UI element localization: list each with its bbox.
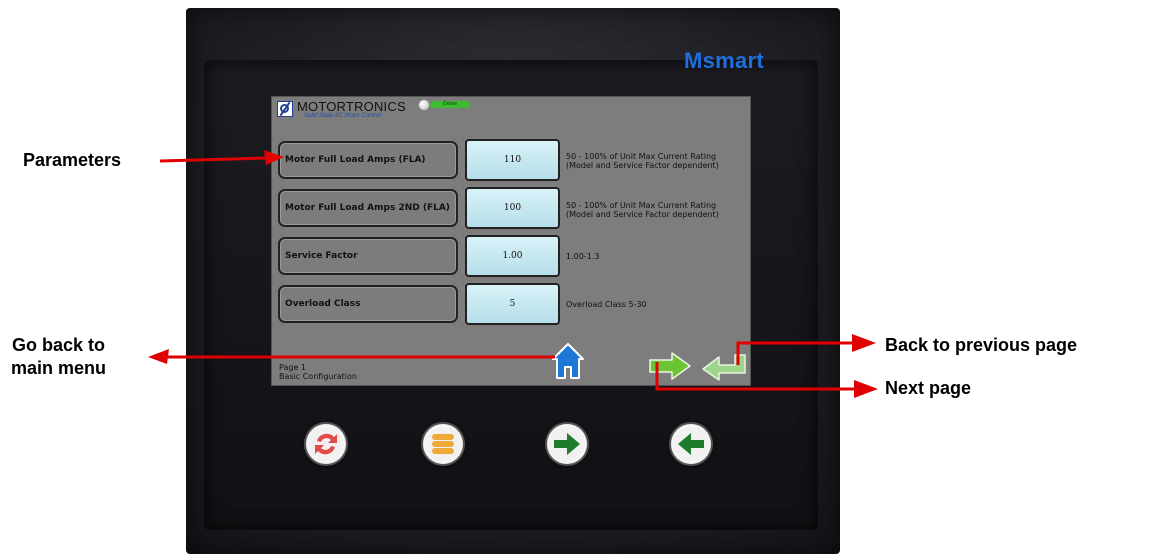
header-title: MOTORTRONICS — [297, 99, 406, 114]
param-label-overload-class: Overload Class — [278, 285, 458, 323]
param-label-fla-2nd: Motor Full Load Amps 2ND (FLA) — [278, 189, 458, 227]
annotation-back-prev: Back to previous page — [885, 335, 1078, 355]
refresh-button[interactable] — [306, 424, 346, 464]
back-button[interactable] — [671, 424, 711, 464]
right-arrow-icon — [550, 427, 584, 461]
range-line: (Model and Service Factor dependent) — [566, 210, 719, 219]
refresh-icon — [309, 427, 343, 461]
hmi-screen: MOTORTRONICS Solid State AC Motor Contro… — [271, 96, 751, 386]
param-range-overload-class: Overload Class 5-30 — [566, 300, 647, 309]
menu-button[interactable] — [423, 424, 463, 464]
menu-icon — [426, 427, 460, 461]
annotation-line: main menu — [11, 358, 107, 378]
annotation-go-back: Go back to main menu — [11, 334, 106, 380]
annotation-arrow-next — [655, 362, 878, 398]
annotation-arrow-home — [148, 349, 555, 364]
annotation-arrow-parameters — [159, 150, 284, 165]
motortronics-logo-icon — [277, 101, 293, 117]
annotation-line: Go back to — [12, 335, 106, 355]
left-arrow-icon — [674, 427, 708, 461]
page-section: Basic Configuration — [279, 372, 357, 381]
annotation-next-page: Next page — [885, 378, 972, 398]
header-subtitle: Solid State AC Motor Control — [304, 113, 381, 119]
next-button[interactable] — [547, 424, 587, 464]
param-value-overload-class[interactable]: 5 — [465, 283, 560, 325]
param-value-fla[interactable]: 110 — [465, 139, 560, 181]
range-line: 50 - 100% of Unit Max Current Rating — [566, 152, 717, 161]
param-value-service-factor[interactable]: 1.00 — [465, 235, 560, 277]
range-line: (Model and Service Factor dependent) — [566, 161, 719, 170]
range-line: 50 - 100% of Unit Max Current Rating — [566, 201, 717, 210]
status-badge: Online — [430, 101, 470, 108]
param-label-fla: Motor Full Load Amps (FLA) — [278, 141, 458, 179]
status-indicator-icon — [418, 99, 430, 111]
param-label-service-factor: Service Factor — [278, 237, 458, 275]
annotation-parameters: Parameters — [23, 150, 122, 170]
brand-logo: Msmart — [684, 48, 765, 73]
param-range-fla: 50 - 100% of Unit Max Current Rating (Mo… — [566, 152, 719, 170]
param-range-fla-2nd: 50 - 100% of Unit Max Current Rating (Mo… — [566, 201, 719, 219]
param-range-service-factor: 1.00-1.3 — [566, 252, 600, 261]
param-value-fla-2nd[interactable]: 100 — [465, 187, 560, 229]
